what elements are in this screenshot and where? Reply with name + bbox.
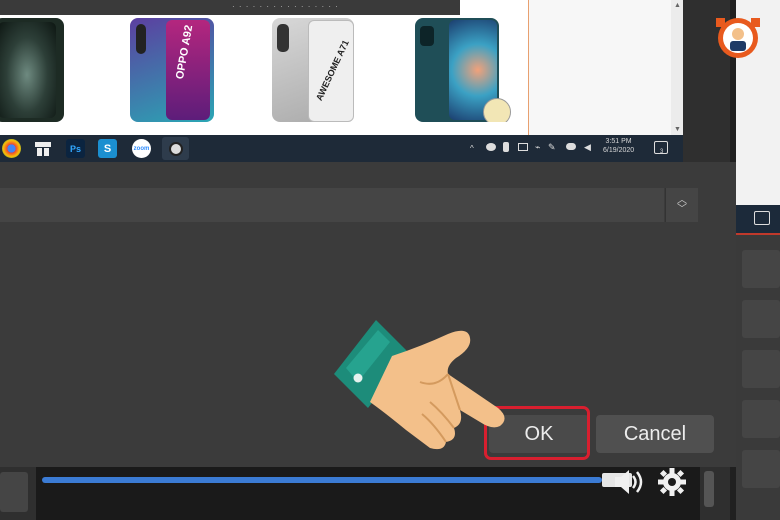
windows-taskbar: Ps S zoom ^ ⌁ ✎ ◀ 3:51 PM 6/19/2020 3 [0,135,683,162]
volume-icon[interactable] [611,467,647,497]
chrome-icon[interactable] [2,139,21,158]
phone-image [415,18,511,126]
phone-image: OPPO A92 [130,18,214,122]
side-button[interactable] [742,250,780,288]
preview-side-area [528,0,683,135]
site-logo [716,18,760,58]
screen-preview: · · · · · · · · · · · · · · · · ▲ ▼ OPPO… [0,0,683,135]
clock[interactable]: 3:51 PM 6/19/2020 [603,137,634,155]
zoom-icon[interactable]: zoom [132,139,151,158]
side-button[interactable] [742,450,780,488]
right-taskbar-fragment [736,205,780,235]
controls-scrollbar[interactable] [704,471,714,507]
cloud-icon[interactable] [486,143,496,151]
side-button[interactable] [742,350,780,388]
spinner-arrows[interactable]: ︿ ﹀ [665,188,698,222]
side-button[interactable] [742,400,780,438]
player-controls [36,467,714,520]
gear-icon[interactable] [656,467,688,497]
preview-footer [0,122,528,135]
cancel-button[interactable]: Cancel [596,415,714,453]
onedrive-icon[interactable] [566,143,576,150]
clock-date: 6/19/2020 [603,147,635,154]
phone-image: AWESOME A71 [272,18,354,122]
pen-icon[interactable]: ✎ [548,142,556,153]
tray-chevron-icon[interactable]: ^ [470,144,474,153]
preview-strip-dots: · · · · · · · · · · · · · · · · [232,2,339,11]
progress-bar[interactable] [42,477,602,483]
app-icon[interactable] [33,139,52,158]
network-icon[interactable]: ⌁ [535,142,540,153]
preview-menu-strip: · · · · · · · · · · · · · · · · [0,0,460,15]
notification-badge: 3 [660,149,664,155]
phone-image [0,18,64,122]
volume-tray-icon[interactable]: ◀ [584,142,591,153]
side-button[interactable] [742,300,780,338]
photoshop-icon[interactable]: Ps [66,139,85,158]
mic-icon[interactable] [503,142,509,152]
side-button[interactable] [0,472,28,512]
notification-icon[interactable]: 3 [654,141,668,155]
pointing-hand-icon [334,320,505,450]
preview-scrollbar[interactable]: ▲ ▼ [671,0,683,135]
clock-time: 3:51 PM [605,138,632,145]
obs-icon[interactable] [162,137,189,160]
notification-icon[interactable] [754,211,770,225]
chevron-down-icon[interactable]: ﹀ [677,205,687,215]
snagit-icon[interactable]: S [98,139,117,158]
dialog-select-field[interactable] [0,188,664,222]
monitor-icon[interactable] [518,143,528,151]
